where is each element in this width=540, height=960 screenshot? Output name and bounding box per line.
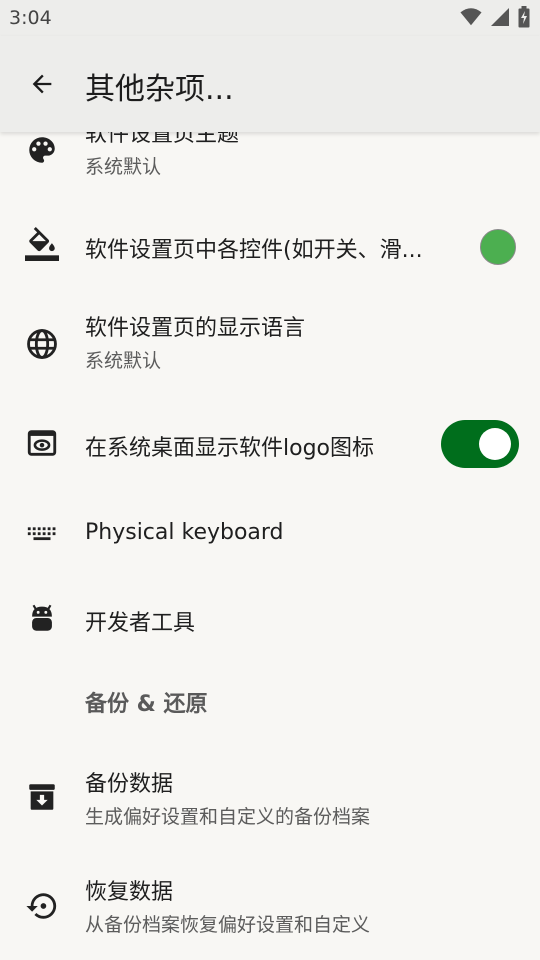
list-item-title: 开发者工具	[85, 611, 196, 636]
list-item-title: 软件设置页的显示语言	[85, 316, 306, 341]
archive-icon	[22, 777, 62, 817]
color-preview-dot	[480, 229, 516, 265]
status-icons	[460, 6, 530, 28]
list-item-title: 软件设置页主题	[85, 132, 240, 147]
list-item-subtitle: 系统默认	[85, 156, 162, 178]
app-preview-icon	[22, 423, 62, 463]
list-item-backup-data[interactable]: 备份数据 生成偏好设置和自定义的备份档案	[0, 752, 540, 848]
list-item-language[interactable]: 软件设置页的显示语言 系统默认	[0, 294, 540, 390]
list-item-title: 恢复数据	[85, 880, 174, 905]
list-item-theme[interactable]: 软件设置页主题 系统默认	[0, 132, 540, 202]
keyboard-icon	[22, 513, 62, 553]
list-item-subtitle: 生成偏好设置和自定义的备份档案	[85, 806, 371, 828]
list-item-title: 在系统桌面显示软件logo图标	[85, 436, 374, 461]
toggle-knob	[479, 428, 511, 460]
list-item-title: 软件设置页中各控件(如开关、滑...	[85, 238, 423, 263]
list-item-restore-data[interactable]: 恢复数据 从备份档案恢复偏好设置和自定义	[0, 860, 540, 960]
signal-icon	[491, 8, 509, 26]
globe-icon	[22, 324, 62, 364]
android-icon	[22, 598, 62, 638]
list-item-title: Physical keyboard	[85, 520, 284, 545]
list-item-show-logo[interactable]: 在系统桌面显示软件logo图标	[0, 402, 540, 486]
status-time: 3:04	[9, 7, 52, 29]
settings-list[interactable]: 软件设置页主题 系统默认 软件设置页中各控件(如开关、滑... 软件设置页的显示…	[0, 132, 540, 960]
list-item-physical-keyboard[interactable]: Physical keyboard	[0, 492, 540, 574]
wifi-icon	[460, 8, 482, 26]
list-item-title: 备份数据	[85, 772, 174, 797]
arrow-back-icon	[32, 74, 52, 94]
section-header-backup: 备份 & 还原	[85, 692, 208, 717]
app-bar: 其他杂项...	[0, 36, 540, 132]
list-item-subtitle: 系统默认	[85, 350, 162, 372]
list-item-control-color[interactable]: 软件设置页中各控件(如开关、滑...	[0, 204, 540, 288]
show-logo-toggle[interactable]	[441, 420, 519, 468]
battery-icon	[518, 6, 530, 28]
back-button[interactable]	[14, 58, 70, 110]
format-color-fill-icon	[22, 224, 62, 264]
list-item-developer-tools[interactable]: 开发者工具	[0, 576, 540, 660]
palette-icon	[22, 132, 62, 170]
status-bar: 3:04	[0, 0, 540, 36]
page-title: 其他杂项...	[85, 72, 234, 107]
list-item-subtitle: 从备份档案恢复偏好设置和自定义	[85, 914, 371, 936]
restore-icon	[22, 886, 62, 926]
